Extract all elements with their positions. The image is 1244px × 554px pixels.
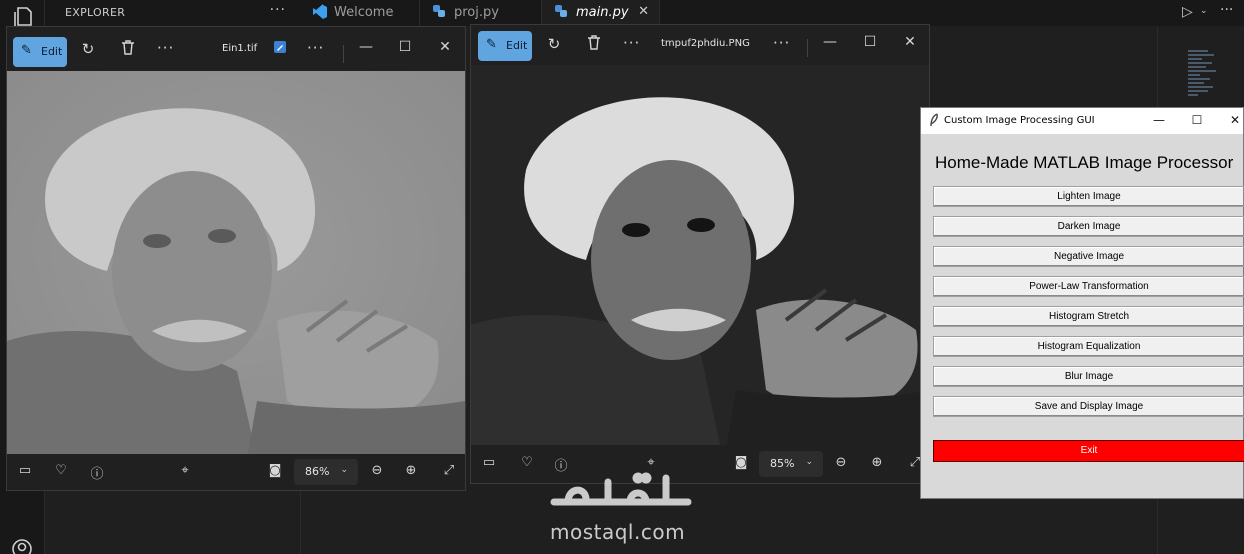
chevron-down-icon[interactable]: ⌄ <box>1200 6 1208 16</box>
info-icon[interactable]: ⓘ <box>87 463 107 482</box>
exit-button[interactable]: Exit <box>933 440 1244 462</box>
run-icon[interactable]: ▷ <box>1182 4 1193 20</box>
zoom-value: 86% <box>305 465 330 478</box>
account-icon[interactable] <box>9 538 35 554</box>
maximize-icon[interactable]: ☐ <box>861 34 879 50</box>
minimap[interactable] <box>1188 50 1218 110</box>
photos-window-original: ✎ Edit ↻ ··· Ein1.tif ··· — ☐ ✕ ▭ ♡ ⓘ ⌖ … <box>6 26 466 491</box>
minimize-icon[interactable]: — <box>357 39 375 55</box>
edit-icon: ✎ <box>21 43 32 58</box>
more-options-button[interactable]: ··· <box>623 34 640 52</box>
zoom-out-icon[interactable]: ⊖ <box>831 455 851 470</box>
tk-heading: Home-Made MATLAB Image Processor <box>935 153 1234 172</box>
close-icon[interactable]: ✕ <box>638 4 649 19</box>
filmstrip-icon[interactable]: ▭ <box>479 455 499 470</box>
explorer-more-button[interactable]: ··· <box>270 2 286 18</box>
close-icon[interactable]: ✕ <box>1226 113 1244 127</box>
edit-label: Edit <box>506 39 528 52</box>
tab-proj-py[interactable]: proj.py <box>420 0 542 26</box>
file-name: tmpuf2phdiu.PNG <box>661 38 750 49</box>
histogram-equalization-button[interactable]: Histogram Equalization <box>933 336 1244 357</box>
tab-label: proj.py <box>454 5 499 20</box>
more-options-button[interactable]: ··· <box>773 34 790 52</box>
close-icon[interactable]: ✕ <box>436 39 454 55</box>
tk-window-title: Custom Image Processing GUI <box>944 115 1095 126</box>
explorer-header: EXPLORER ··· <box>45 0 300 26</box>
save-display-button[interactable]: Save and Display Image <box>933 396 1244 417</box>
tk-window: Custom Image Processing GUI — ☐ ✕ Home-M… <box>920 107 1244 499</box>
separator <box>807 39 808 57</box>
file-name: Ein1.tif <box>222 43 258 54</box>
focus-icon[interactable]: ⌖ <box>175 463 195 478</box>
actual-size-icon[interactable]: ◙ <box>731 455 751 470</box>
heart-icon[interactable]: ♡ <box>51 463 71 478</box>
photos-bottom-bar: ▭ ♡ ⓘ ⌖ ◙ 85% ⌄ ⊖ ⊕ ⤢ <box>471 445 929 483</box>
fullscreen-icon[interactable]: ⤢ <box>439 463 459 478</box>
actual-size-icon[interactable]: ◙ <box>265 463 285 478</box>
more-options-button[interactable]: ··· <box>157 39 174 57</box>
more-options-button[interactable]: ··· <box>307 39 324 57</box>
zoom-in-icon[interactable]: ⊕ <box>401 463 421 478</box>
watermark-domain: mostaql.com <box>550 520 686 544</box>
close-icon[interactable]: ✕ <box>901 34 919 50</box>
zoom-out-icon[interactable]: ⊖ <box>367 463 387 478</box>
tab-welcome[interactable]: Welcome <box>300 0 420 26</box>
photo-image-original <box>7 71 465 458</box>
image-edit-icon[interactable] <box>269 40 291 58</box>
zoom-dropdown[interactable]: 85% ⌄ <box>759 451 823 477</box>
photos-toolbar: ✎ Edit ↻ ··· Ein1.tif ··· — ☐ ✕ <box>7 27 465 73</box>
minimize-icon[interactable]: — <box>1150 113 1168 127</box>
edit-icon: ✎ <box>486 37 497 52</box>
darken-image-button[interactable]: Darken Image <box>933 216 1244 237</box>
zoom-in-icon[interactable]: ⊕ <box>867 455 887 470</box>
edit-label: Edit <box>41 45 63 58</box>
lighten-image-button[interactable]: Lighten Image <box>933 186 1244 207</box>
edit-button[interactable]: ✎ Edit <box>478 31 532 61</box>
chevron-down-icon: ⌄ <box>805 457 813 467</box>
delete-icon[interactable] <box>117 40 139 59</box>
rotate-icon[interactable]: ↻ <box>77 40 99 58</box>
maximize-icon[interactable]: ☐ <box>1188 113 1206 127</box>
chevron-down-icon: ⌄ <box>340 465 348 475</box>
more-actions-button[interactable]: ··· <box>1220 2 1233 18</box>
zoom-dropdown[interactable]: 86% ⌄ <box>294 459 358 485</box>
vscode-icon <box>312 4 328 24</box>
filmstrip-icon[interactable]: ▭ <box>15 463 35 478</box>
photo-image-processed <box>471 65 929 449</box>
editor-tab-bar: Welcome proj.py main.py ✕ <box>300 0 1244 26</box>
desktop: EXPLORER ··· Welcome proj.py main.py ✕ ▷… <box>0 0 1244 554</box>
tk-titlebar: Custom Image Processing GUI — ☐ ✕ <box>921 108 1243 134</box>
tab-label: main.py <box>576 5 629 20</box>
feather-icon <box>929 113 939 130</box>
maximize-icon[interactable]: ☐ <box>396 39 414 55</box>
blur-image-button[interactable]: Blur Image <box>933 366 1244 387</box>
power-law-button[interactable]: Power-Law Transformation <box>933 276 1244 297</box>
photos-window-processed: ✎ Edit ↻ ··· tmpuf2phdiu.PNG ··· — ☐ ✕ ▭… <box>470 24 930 484</box>
python-icon <box>432 4 446 22</box>
histogram-stretch-button[interactable]: Histogram Stretch <box>933 306 1244 327</box>
python-icon <box>554 4 568 22</box>
delete-icon[interactable] <box>583 35 605 54</box>
zoom-value: 85% <box>770 457 795 470</box>
rotate-icon[interactable]: ↻ <box>543 35 565 53</box>
separator <box>343 45 344 63</box>
watermark-logo <box>548 468 698 520</box>
minimize-icon[interactable]: — <box>821 34 839 50</box>
tab-label: Welcome <box>334 5 394 20</box>
negative-image-button[interactable]: Negative Image <box>933 246 1244 267</box>
explorer-title: EXPLORER <box>65 6 126 19</box>
heart-icon[interactable]: ♡ <box>517 455 537 470</box>
edit-button[interactable]: ✎ Edit <box>13 37 67 67</box>
photos-bottom-bar: ▭ ♡ ⓘ ⌖ ◙ 86% ⌄ ⊖ ⊕ ⤢ <box>7 454 465 490</box>
tab-main-py[interactable]: main.py ✕ <box>542 0 660 26</box>
